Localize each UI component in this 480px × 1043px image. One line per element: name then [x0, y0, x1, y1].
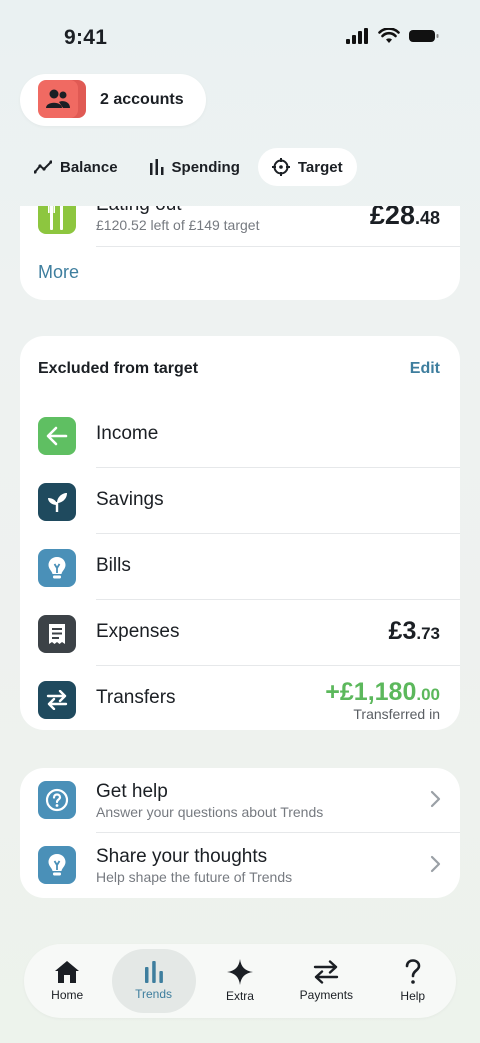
- sparkle-icon: [226, 959, 253, 985]
- excluded-row-expenses[interactable]: Expenses £3.73: [20, 600, 460, 666]
- chevron-right-icon: [430, 790, 441, 808]
- sprout-icon: [38, 483, 76, 521]
- tab-balance-label: Balance: [60, 158, 118, 176]
- eating-out-title[interactable]: Eating out: [96, 206, 182, 216]
- tab-balance[interactable]: Balance: [20, 148, 132, 186]
- signal-icon: [346, 28, 368, 44]
- transfers-amount: +£1,180.00: [325, 678, 440, 707]
- transfers-note: Transferred in: [353, 706, 440, 722]
- tab-spending[interactable]: Spending: [136, 148, 254, 186]
- excluded-row-label: Expenses: [96, 621, 180, 642]
- divider: [96, 246, 460, 247]
- excluded-row-income[interactable]: Income: [20, 402, 460, 468]
- excluded-row-label: Bills: [96, 555, 131, 576]
- nav-payments-label: Payments: [299, 988, 354, 1002]
- nav-home[interactable]: Home: [25, 949, 109, 1013]
- bottom-nav: Home Trends Extra Payments Help: [24, 944, 456, 1018]
- expenses-amount-pence: .73: [416, 624, 440, 643]
- nav-payments[interactable]: Payments: [284, 949, 368, 1013]
- bar-chart-icon: [144, 961, 163, 983]
- status-time: 9:41: [64, 26, 108, 49]
- tab-spending-label: Spending: [171, 158, 240, 176]
- share-thoughts-row[interactable]: Share your thoughts Help shape the futur…: [20, 833, 460, 898]
- eating-out-amount-pence: .48: [414, 208, 440, 228]
- excluded-row-label: Transfers: [96, 687, 176, 708]
- battery-icon: [409, 30, 439, 42]
- question-icon: [38, 781, 76, 819]
- status-bar: 9:41: [0, 0, 480, 70]
- transfer-icon: [314, 960, 339, 984]
- tab-target[interactable]: Target: [257, 148, 357, 186]
- transfers-amount-main: +£1,180: [325, 678, 417, 706]
- nav-home-label: Home: [51, 988, 84, 1002]
- eating-out-amount-main: £28: [369, 206, 415, 230]
- arrow-left-icon: [38, 417, 76, 455]
- lightbulb-icon: [38, 846, 76, 884]
- target-categories-card: Eating out £120.52 left of £149 target £…: [20, 206, 460, 300]
- excluded-row-label: Income: [96, 423, 159, 444]
- question-mark-icon: [405, 959, 421, 984]
- accounts-label: 2 accounts: [100, 91, 184, 108]
- excluded-row-label: Savings: [96, 489, 164, 510]
- eating-out-subtitle: £120.52 left of £149 target: [96, 217, 260, 233]
- lightbulb-icon: [38, 549, 76, 587]
- transfers-amount-pence: .00: [416, 685, 440, 704]
- transfer-icon: [38, 681, 76, 719]
- line-chart-icon: [34, 160, 52, 174]
- nav-extra[interactable]: Extra: [198, 949, 282, 1013]
- bar-chart-icon: [149, 159, 164, 175]
- view-tabs: Balance Spending Target: [20, 148, 357, 186]
- cutlery-icon: [38, 206, 76, 234]
- people-icon: [38, 80, 90, 120]
- accounts-switcher[interactable]: 2 accounts: [20, 74, 206, 126]
- share-thoughts-title: Share your thoughts: [96, 846, 268, 867]
- excluded-row-transfers[interactable]: Transfers +£1,180.00 Transferred in: [20, 666, 460, 730]
- nav-trends-label: Trends: [135, 987, 173, 1001]
- target-icon: [271, 158, 290, 176]
- share-thoughts-subtitle: Help shape the future of Trends: [96, 869, 293, 885]
- status-icons: [346, 28, 440, 44]
- nav-help-label: Help: [400, 989, 426, 1003]
- tab-target-label: Target: [297, 158, 343, 176]
- get-help-subtitle: Answer your questions about Trends: [96, 804, 324, 820]
- get-help-row[interactable]: Get help Answer your questions about Tre…: [20, 768, 460, 833]
- nav-help[interactable]: Help: [371, 949, 455, 1013]
- excluded-card: Excluded from target Edit Income Savings: [20, 336, 460, 730]
- excluded-row-savings[interactable]: Savings: [20, 468, 460, 534]
- receipt-icon: [38, 615, 76, 653]
- excluded-row-bills[interactable]: Bills: [20, 534, 460, 600]
- edit-button[interactable]: Edit: [410, 360, 440, 378]
- nav-trends[interactable]: Trends: [111, 949, 196, 1013]
- home-icon: [55, 961, 80, 983]
- chevron-right-icon: [430, 855, 441, 873]
- expenses-amount: £3.73: [389, 617, 440, 646]
- more-link[interactable]: More: [38, 262, 79, 283]
- eating-out-amount: £28.48: [370, 206, 440, 231]
- help-card: Get help Answer your questions about Tre…: [20, 768, 460, 898]
- wifi-icon: [378, 28, 400, 43]
- nav-extra-label: Extra: [225, 989, 254, 1003]
- excluded-header: Excluded from target: [38, 360, 199, 377]
- get-help-title: Get help: [96, 781, 168, 802]
- expenses-amount-main: £3: [388, 617, 417, 645]
